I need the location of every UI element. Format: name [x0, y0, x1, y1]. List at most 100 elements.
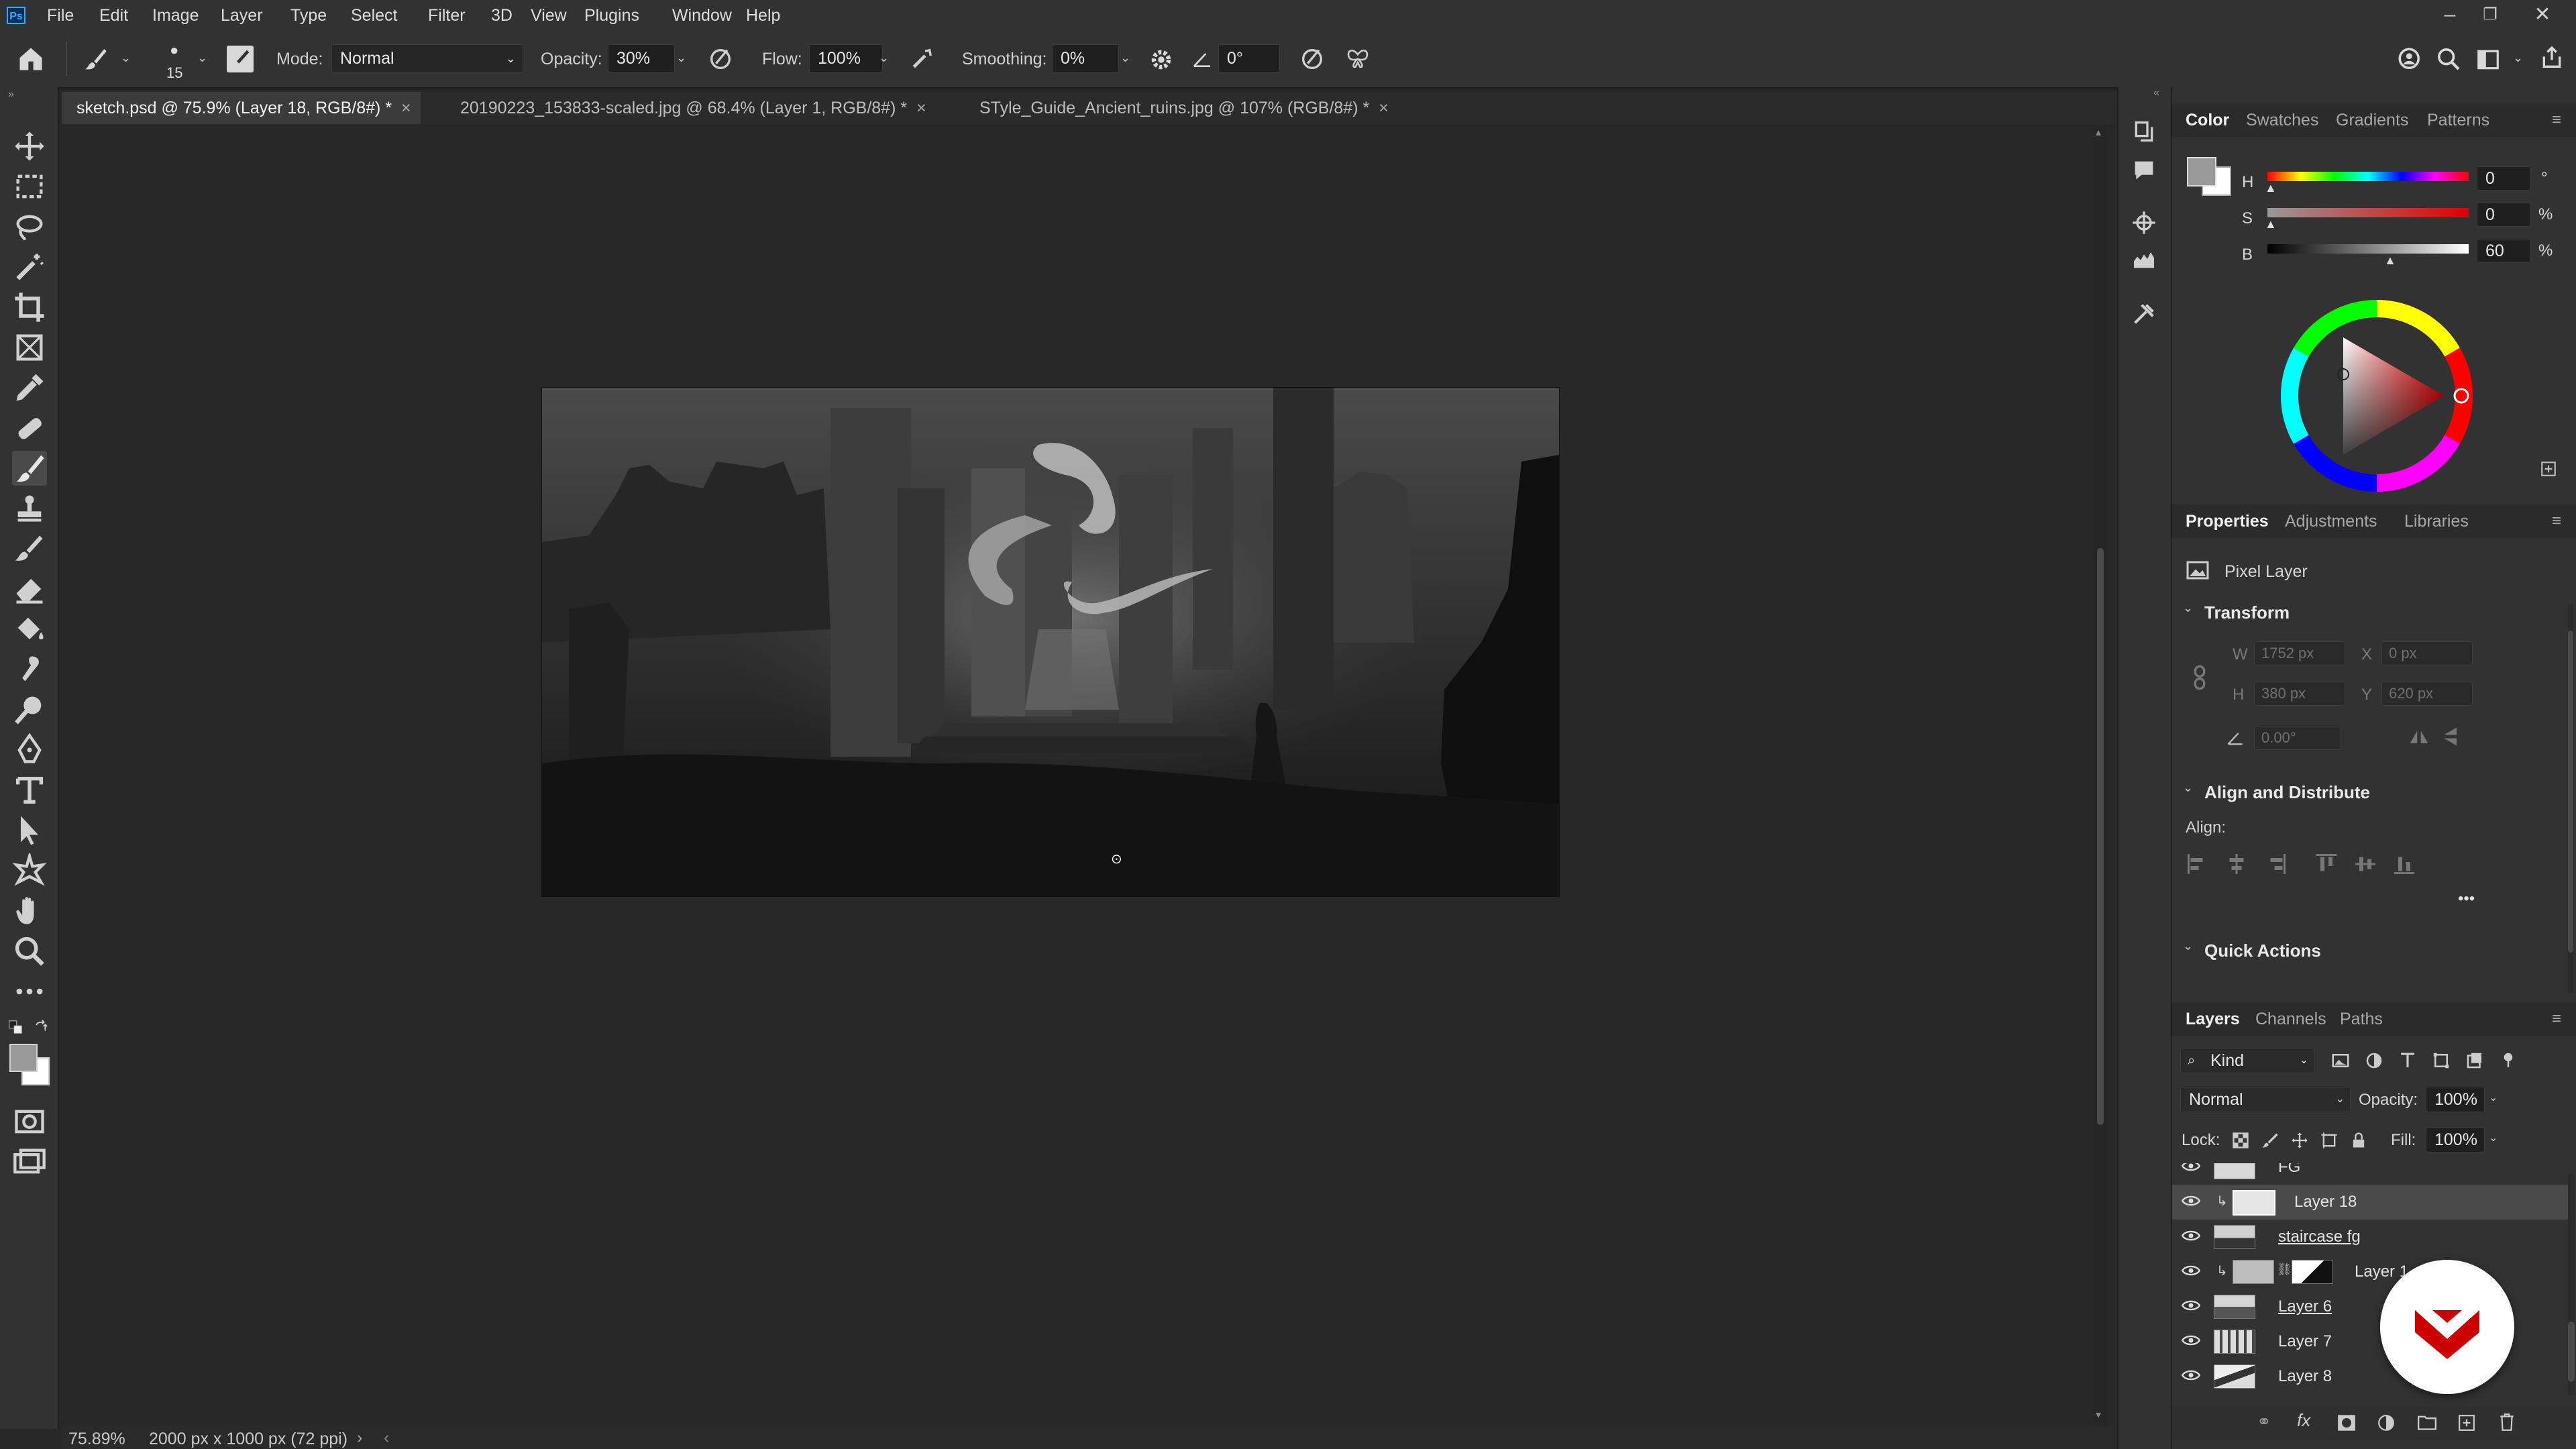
- vertical-scrollbar[interactable]: ▴ ▾: [2093, 125, 2108, 1426]
- symmetry-butterfly-icon[interactable]: [1344, 46, 1371, 72]
- saturation-slider[interactable]: [2267, 208, 2469, 217]
- brush-tool-icon[interactable]: [12, 451, 47, 486]
- close-icon[interactable]: ×: [916, 99, 926, 117]
- opacity-input[interactable]: 30%: [608, 44, 675, 72]
- filter-toggle-icon[interactable]: [2498, 1051, 2518, 1071]
- align-distribute-title[interactable]: Align and Distribute: [2204, 782, 2370, 803]
- x-input[interactable]: 0 px: [2381, 641, 2473, 665]
- close-icon[interactable]: ×: [1379, 99, 1389, 117]
- visibility-eye-icon[interactable]: [2182, 1229, 2200, 1242]
- history-icon[interactable]: [2131, 118, 2157, 145]
- lock-all-icon[interactable]: [2349, 1131, 2368, 1150]
- tab-layers[interactable]: Layers: [2186, 1002, 2240, 1036]
- menu-edit[interactable]: Edit: [99, 0, 128, 31]
- tab-patterns[interactable]: Patterns: [2427, 103, 2489, 137]
- vertical-scroll-thumb[interactable]: [2097, 548, 2104, 1125]
- tab-sketch[interactable]: sketch.psd @ 75.9% (Layer 18, RGB/8#) * ×: [62, 92, 421, 124]
- chevron-down-icon[interactable]: ⌄: [121, 51, 131, 65]
- chevron-down-icon[interactable]: ⌄: [2489, 1131, 2498, 1144]
- share-learn-icon[interactable]: [2396, 46, 2424, 74]
- swap-colors-icon[interactable]: [34, 1020, 48, 1034]
- smudge-tool-icon[interactable]: [12, 652, 47, 687]
- airbrush-icon[interactable]: [908, 46, 935, 72]
- tab-style-guide[interactable]: STyle_Guide_Ancient_ruins.jpg @ 107% (RG…: [970, 92, 1398, 124]
- history-brush-tool-icon[interactable]: [12, 531, 47, 566]
- delete-layer-icon[interactable]: [2498, 1413, 2516, 1432]
- chevron-down-icon[interactable]: ⌄: [2489, 1091, 2498, 1104]
- color-wheel[interactable]: [2276, 295, 2477, 496]
- chevron-down-icon[interactable]: ⌄: [676, 51, 686, 65]
- layer-mask-thumbnail[interactable]: [2292, 1260, 2333, 1284]
- flip-vertical-icon[interactable]: [2440, 724, 2462, 749]
- y-input[interactable]: 620 px: [2381, 682, 2473, 706]
- link-layers-icon[interactable]: ⚭: [2257, 1411, 2271, 1432]
- scroll-down-icon[interactable]: ▾: [2096, 1408, 2101, 1421]
- scroll-left-icon[interactable]: ‹: [384, 1428, 389, 1448]
- transform-title[interactable]: Transform: [2204, 602, 2290, 623]
- panel-menu-icon[interactable]: ≡: [2552, 1002, 2568, 1036]
- align-right-edges-icon[interactable]: [2263, 852, 2288, 876]
- path-selection-tool-icon[interactable]: [12, 813, 47, 848]
- tab-adjustments[interactable]: Adjustments: [2285, 504, 2377, 538]
- layers-scrollbar[interactable]: [2568, 1174, 2575, 1395]
- collapse-arrows-icon[interactable]: »: [8, 89, 14, 101]
- hue-input[interactable]: 0: [2477, 166, 2530, 191]
- menu-plugins[interactable]: Plugins: [584, 0, 639, 31]
- fill-input[interactable]: 100%: [2426, 1127, 2485, 1152]
- rotation-input[interactable]: 0.00°: [2254, 726, 2341, 750]
- restore-icon[interactable]: ❐: [2470, 0, 2510, 31]
- brush-preset-icon[interactable]: [82, 46, 109, 72]
- chevron-down-icon[interactable]: ⌄: [879, 51, 889, 65]
- height-input[interactable]: 380 px: [2254, 682, 2345, 706]
- expand-arrows-icon[interactable]: «: [2153, 87, 2159, 99]
- layer-row-fg[interactable]: FG: [2172, 1163, 2568, 1185]
- tool-presets-icon[interactable]: [2131, 301, 2157, 327]
- close-window-icon[interactable]: ✕: [2522, 0, 2563, 31]
- brush-angle-input[interactable]: 0°: [1218, 44, 1280, 72]
- chevron-down-icon[interactable]: ⌄: [2183, 781, 2193, 795]
- new-group-icon[interactable]: [2418, 1414, 2436, 1430]
- move-tool-icon[interactable]: [12, 129, 47, 164]
- hue-slider[interactable]: [2267, 172, 2469, 181]
- smoothing-input[interactable]: 0%: [1052, 44, 1119, 72]
- eyedropper-tool-icon[interactable]: [12, 370, 47, 405]
- menu-help[interactable]: Help: [746, 0, 780, 31]
- frame-tool-icon[interactable]: [12, 330, 47, 365]
- filter-pixel-icon[interactable]: [2330, 1051, 2351, 1071]
- layer-opacity-input[interactable]: 100%: [2426, 1087, 2485, 1112]
- zoom-level[interactable]: 75.89%: [68, 1430, 125, 1449]
- layer-row-staircase-fg[interactable]: staircase fg: [2172, 1220, 2568, 1254]
- pen-tool-icon[interactable]: [12, 733, 47, 767]
- share-icon[interactable]: [2538, 44, 2565, 71]
- filter-type-icon[interactable]: [2398, 1051, 2418, 1071]
- tab-properties[interactable]: Properties: [2186, 504, 2269, 538]
- menu-window[interactable]: Window: [672, 0, 732, 31]
- close-icon[interactable]: ×: [401, 99, 411, 117]
- mode-select[interactable]: Normal ⌄: [331, 44, 523, 72]
- saturation-slider-thumb[interactable]: ▲: [2265, 217, 2277, 231]
- lock-pixels-icon[interactable]: [2261, 1131, 2279, 1150]
- lock-artboard-icon[interactable]: [2320, 1131, 2339, 1150]
- visibility-eye-icon[interactable]: [2182, 1299, 2200, 1312]
- menu-3d[interactable]: 3D: [491, 0, 513, 31]
- filter-kind-select[interactable]: ⌕ Kind ⌄: [2180, 1048, 2314, 1073]
- hand-tool-icon[interactable]: [12, 894, 47, 928]
- tab-swatches[interactable]: Swatches: [2246, 103, 2318, 137]
- scroll-up-icon[interactable]: ▴: [2096, 125, 2101, 139]
- brightness-slider-thumb[interactable]: ▲: [2384, 254, 2396, 268]
- workspace-icon[interactable]: [2475, 47, 2501, 72]
- properties-scroll-thumb[interactable]: [2568, 631, 2573, 953]
- menu-type[interactable]: Type: [290, 0, 327, 31]
- search-icon[interactable]: [2435, 46, 2462, 72]
- lock-transparent-icon[interactable]: [2231, 1131, 2250, 1150]
- chevron-down-icon[interactable]: ⌄: [1120, 51, 1130, 65]
- add-to-swatches-icon[interactable]: [2540, 460, 2557, 478]
- visibility-eye-icon[interactable]: [2182, 1368, 2200, 1382]
- type-tool-icon[interactable]: [12, 773, 47, 808]
- pressure-size-icon[interactable]: [1299, 46, 1326, 72]
- layers-scroll-thumb[interactable]: [2568, 1322, 2575, 1382]
- minimize-icon[interactable]: –: [2430, 0, 2470, 31]
- crop-tool-icon[interactable]: [12, 290, 47, 325]
- blend-mode-select[interactable]: Normal ⌄: [2180, 1087, 2351, 1112]
- chevron-down-icon[interactable]: ⌄: [197, 51, 207, 65]
